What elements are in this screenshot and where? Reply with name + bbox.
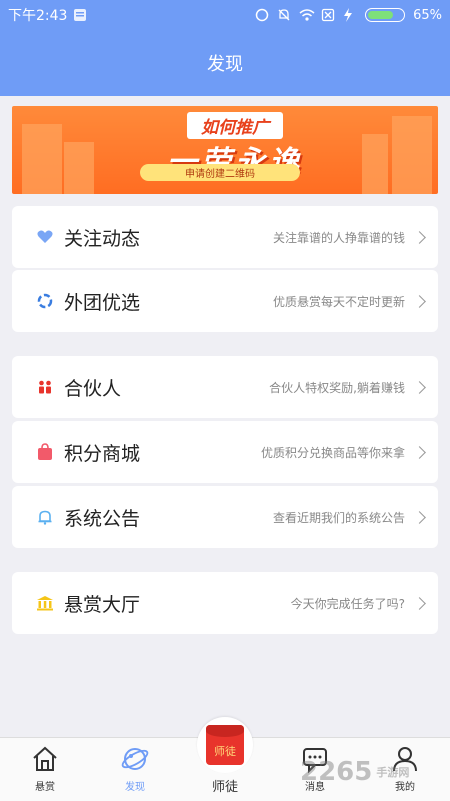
- menu-item-desc: 今天你完成任务了吗?: [290, 596, 405, 611]
- tab-bounty[interactable]: 悬赏: [10, 744, 80, 800]
- status-bar: 下午2:43 65%: [0, 0, 450, 30]
- no-sim-icon: [321, 8, 335, 22]
- menu-item-label: 外团优选: [64, 291, 141, 314]
- battery-percent: 65%: [413, 7, 442, 23]
- charging-icon: [343, 8, 357, 22]
- chevron-right-icon: [413, 596, 426, 610]
- watermark-text: 2265: [300, 757, 373, 787]
- tab-label: 发现: [125, 782, 145, 793]
- menu-item-announcements[interactable]: 系统公告 查看近期我们的系统公告: [12, 486, 438, 548]
- menu-item-label: 系统公告: [64, 507, 141, 530]
- menu-item-points-mall[interactable]: 积分商城 优质积分兑换商品等你来拿: [12, 421, 438, 483]
- menu-item-bounty-hall[interactable]: 悬赏大厅 今天你完成任务了吗?: [12, 572, 438, 634]
- banner-top-text: 如何推广: [187, 112, 283, 139]
- watermark: 2265 手游网: [300, 752, 445, 792]
- watermark-suffix: 手游网: [376, 766, 410, 779]
- menu-item-desc: 查看近期我们的系统公告: [272, 510, 405, 525]
- sync-icon: [255, 8, 269, 22]
- promo-banner[interactable]: 如何推广 一劳永逸 申请创建二维码: [12, 106, 438, 194]
- planet-icon: [120, 744, 150, 774]
- battery-icon: [365, 8, 406, 22]
- tab-discover[interactable]: 发现: [100, 744, 170, 800]
- menu-item-desc: 合伙人特权奖励,躺着赚钱: [269, 380, 405, 395]
- tab-label: 悬赏: [35, 782, 55, 793]
- bank-icon: [36, 594, 54, 612]
- envelope-text: 师徒: [214, 745, 236, 758]
- chevron-right-icon: [413, 294, 426, 308]
- menu-item-desc: 关注靠谱的人挣靠谱的钱: [272, 230, 405, 245]
- red-envelope-icon: 师徒: [206, 725, 244, 765]
- heart-icon: [36, 228, 54, 246]
- menu-item-partner[interactable]: 合伙人 合伙人特权奖励,躺着赚钱: [12, 356, 438, 418]
- partners-icon: [36, 378, 54, 396]
- menu-item-follow[interactable]: 关注动态 关注靠谱的人挣靠谱的钱: [12, 206, 438, 268]
- bell-icon: [36, 508, 54, 526]
- wifi-icon: [299, 8, 315, 22]
- banner-sub-text: 申请创建二维码: [140, 164, 300, 181]
- menu-item-desc: 优质积分兑换商品等你来拿: [260, 445, 405, 460]
- tab-mentor[interactable]: 师徒: [197, 717, 253, 773]
- chevron-right-icon: [413, 230, 426, 244]
- notification-icon: [73, 8, 87, 22]
- menu-item-label: 积分商城: [64, 442, 141, 465]
- menu-item-label: 悬赏大厅: [64, 593, 141, 616]
- ring-icon: [36, 292, 54, 310]
- menu-item-desc: 优质悬赏每天不定时更新: [272, 294, 405, 309]
- banner-title: 如何推广 一劳永逸: [110, 112, 360, 180]
- menu-item-selected-teams[interactable]: 外团优选 优质悬赏每天不定时更新: [12, 270, 438, 332]
- menu-item-label: 合伙人: [64, 377, 122, 400]
- page-title: 发现: [207, 54, 243, 75]
- menu-item-label: 关注动态: [64, 227, 141, 250]
- home-icon: [30, 744, 60, 774]
- mute-bell-icon: [277, 8, 291, 22]
- chevron-right-icon: [413, 380, 426, 394]
- bag-icon: [36, 443, 54, 461]
- tab-mentor-label: 师徒: [211, 780, 238, 795]
- chevron-right-icon: [413, 445, 426, 459]
- title-bar: 发现: [0, 30, 450, 96]
- chevron-right-icon: [413, 510, 426, 524]
- status-time: 下午2:43: [8, 8, 68, 24]
